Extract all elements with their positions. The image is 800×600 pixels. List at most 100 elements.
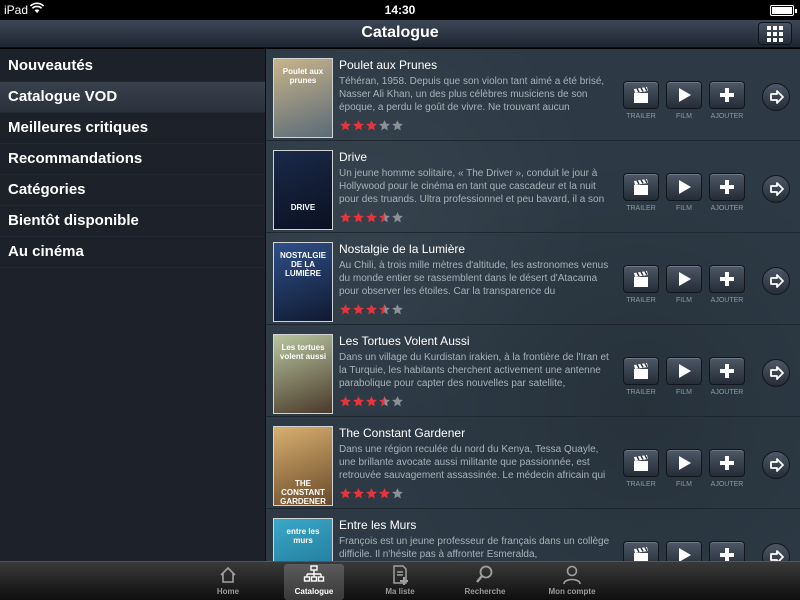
add-to-list-button[interactable]: AJOUTER	[709, 541, 747, 561]
film-title[interactable]: Les Tortues Volent Aussi	[339, 334, 470, 348]
film-title[interactable]: Entre les Murs	[339, 518, 416, 532]
film-poster[interactable]: NOSTALGIE DE LA LUMIÈRE	[273, 242, 333, 322]
trailer-button-face[interactable]	[623, 265, 659, 293]
plus-icon	[717, 545, 737, 561]
plus-icon	[717, 269, 737, 289]
film-synopsis: Un jeune homme solitaire, « The Driver »…	[339, 168, 605, 205]
rating-stars	[339, 395, 404, 409]
add-to-list-button[interactable]: AJOUTER	[709, 265, 747, 304]
play-film-button-face[interactable]	[666, 81, 702, 109]
film-title[interactable]: The Constant Gardener	[339, 426, 465, 440]
film-details-button[interactable]	[762, 451, 790, 479]
film-row[interactable]: entre les murs Entre les Murs François est…	[266, 509, 800, 561]
film-poster[interactable]: Poulet aux prunes	[273, 58, 333, 138]
search-icon	[455, 564, 515, 586]
play-film-button[interactable]: FILM	[666, 265, 704, 304]
add-to-list-button[interactable]: AJOUTER	[709, 81, 747, 120]
tab-recherche[interactable]: Recherche	[455, 564, 515, 600]
star-icon	[339, 119, 352, 133]
star-icon	[391, 303, 404, 317]
star-icon	[339, 487, 352, 501]
tab-catalogue[interactable]: Catalogue	[284, 564, 344, 600]
tab-ma-liste[interactable]: Ma liste	[370, 564, 430, 600]
tab-home[interactable]: Home	[198, 564, 258, 600]
play-film-button-label: FILM	[676, 113, 692, 120]
film-title[interactable]: Nostalgie de la Lumière	[339, 242, 465, 256]
add-to-list-button-face[interactable]	[709, 173, 745, 201]
arrow-right-icon	[766, 363, 786, 383]
star-icon	[365, 119, 378, 133]
film-details-button[interactable]	[762, 267, 790, 295]
play-film-button-face[interactable]	[666, 449, 702, 477]
film-poster[interactable]: THE CONSTANT GARDENER	[273, 426, 333, 506]
add-to-list-button-face[interactable]	[709, 449, 745, 477]
star-icon	[352, 395, 365, 409]
trailer-button[interactable]: TRAILER	[623, 81, 661, 120]
trailer-button-face[interactable]	[623, 81, 659, 109]
sidebar-item-recommandations[interactable]: Recommandations	[0, 144, 265, 175]
trailer-button-label: TRAILER	[626, 113, 656, 120]
tab-label: Mon compte	[548, 587, 596, 596]
film-row[interactable]: THE CONSTANT GARDENER The Constant Garden…	[266, 417, 800, 509]
trailer-button[interactable]: TRAILER	[623, 173, 661, 212]
play-film-button-face[interactable]	[666, 541, 702, 561]
film-list[interactable]: Poulet aux prunes Poulet aux Prunes Téhéra…	[266, 49, 800, 561]
play-film-button-label: FILM	[676, 481, 692, 488]
film-synopsis: François est un jeune professeur de fran…	[339, 536, 610, 560]
trailer-button-face[interactable]	[623, 357, 659, 385]
film-poster[interactable]: entre les murs	[273, 518, 333, 561]
add-to-list-button-face[interactable]	[709, 357, 745, 385]
star-icon	[391, 395, 404, 409]
list-add-icon	[370, 564, 430, 586]
arrow-right-icon	[766, 87, 786, 107]
play-film-button[interactable]: FILM	[666, 173, 704, 212]
sidebar-item-catalogue-vod[interactable]: Catalogue VOD	[0, 82, 265, 113]
film-poster[interactable]: Les tortues volent aussi	[273, 334, 333, 414]
film-row[interactable]: Poulet aux prunes Poulet aux Prunes Téhéra…	[266, 49, 800, 141]
play-film-button[interactable]: FILM	[666, 357, 704, 396]
sidebar-item-nouveautes[interactable]: Nouveautés	[0, 51, 265, 82]
add-to-list-button[interactable]: AJOUTER	[709, 357, 747, 396]
clapperboard-icon	[631, 85, 651, 105]
play-film-button-face[interactable]	[666, 357, 702, 385]
film-poster[interactable]: DRIVE	[273, 150, 333, 230]
play-film-button-face[interactable]	[666, 265, 702, 293]
sidebar-item-bientot-disponible[interactable]: Bientôt disponible	[0, 206, 265, 237]
trailer-button-face[interactable]	[623, 173, 659, 201]
add-to-list-button-face[interactable]	[709, 541, 745, 561]
film-title[interactable]: Drive	[339, 150, 367, 164]
arrow-right-icon	[766, 271, 786, 291]
play-film-button[interactable]: FILM	[666, 541, 704, 561]
play-film-button[interactable]: FILM	[666, 81, 704, 120]
tab-mon-compte[interactable]: Mon compte	[542, 564, 602, 600]
add-to-list-button-face[interactable]	[709, 265, 745, 293]
add-to-list-button[interactable]: AJOUTER	[709, 173, 747, 212]
add-to-list-button[interactable]: AJOUTER	[709, 449, 747, 488]
play-film-button[interactable]: FILM	[666, 449, 704, 488]
trailer-button[interactable]: TRAILER	[623, 449, 661, 488]
film-row[interactable]: NOSTALGIE DE LA LUMIÈRE Nostalgie de la L…	[266, 233, 800, 325]
film-details-button[interactable]	[762, 359, 790, 387]
trailer-button[interactable]: TRAILER	[623, 265, 661, 304]
play-film-button-face[interactable]	[666, 173, 702, 201]
sidebar-item-categories[interactable]: Catégories	[0, 175, 265, 206]
add-to-list-button-face[interactable]	[709, 81, 745, 109]
film-details-button[interactable]	[762, 83, 790, 111]
film-row[interactable]: Les tortues volent aussi Les Tortues Vole…	[266, 325, 800, 417]
trailer-button-face[interactable]	[623, 449, 659, 477]
tab-label: Ma liste	[385, 587, 415, 596]
sidebar-item-meilleures-critiques[interactable]: Meilleures critiques	[0, 113, 265, 144]
trailer-button[interactable]: TRAILER	[623, 357, 661, 396]
film-row[interactable]: DRIVE Drive Un jeune homme solitaire, « Th…	[266, 141, 800, 233]
sidebar-item-au-cinema[interactable]: Au cinéma	[0, 237, 265, 268]
poster-title: Poulet aux prunes	[282, 67, 324, 85]
trailer-button-face[interactable]	[623, 541, 659, 561]
grid-view-button[interactable]	[758, 22, 792, 45]
film-synopsis: Au Chili, à trois mille mètres d'altitud…	[339, 260, 609, 297]
film-title[interactable]: Poulet aux Prunes	[339, 58, 437, 72]
play-icon	[674, 269, 694, 289]
rating-stars	[339, 487, 404, 501]
trailer-button[interactable]: TRAILER	[623, 541, 661, 561]
film-details-button[interactable]	[762, 175, 790, 203]
star-icon	[391, 119, 404, 133]
